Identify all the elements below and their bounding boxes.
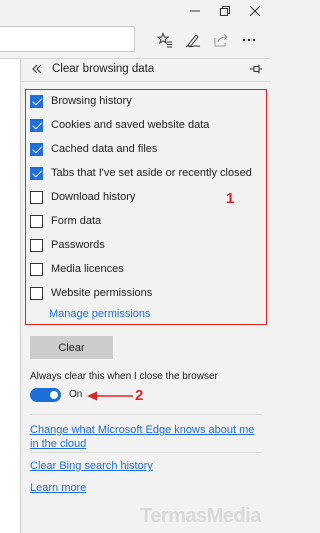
back-double-chevron-icon[interactable]: [30, 62, 44, 76]
checkbox-icon[interactable]: [30, 118, 43, 132]
close-icon[interactable]: [240, 0, 270, 22]
favorites-star-icon[interactable]: [154, 29, 176, 51]
checkbox-form-data[interactable]: Form data: [30, 212, 101, 230]
manage-permissions-link[interactable]: Manage permissions: [49, 308, 151, 320]
annotation-number-2: 2: [135, 387, 144, 404]
checkbox-icon[interactable]: [30, 262, 43, 276]
title-bar: [0, 0, 270, 22]
clear-bing-history-link[interactable]: Clear Bing search history: [30, 459, 153, 473]
web-page-area[interactable]: [0, 59, 20, 533]
annotation-number-1: 1: [226, 190, 235, 207]
watermark: TermasMedia: [140, 505, 261, 527]
more-ellipsis-icon[interactable]: [238, 29, 260, 51]
restore-icon[interactable]: [210, 0, 240, 22]
checkbox-browsing-history[interactable]: Browsing history: [30, 92, 132, 110]
checkbox-label: Tabs that I've set aside or recently clo…: [51, 167, 252, 179]
checkbox-label: Form data: [51, 215, 102, 227]
checkbox-icon[interactable]: [30, 190, 43, 204]
checkbox-label: Media licences: [51, 263, 124, 275]
checkbox-label: Download history: [51, 191, 136, 203]
checkbox-icon[interactable]: [30, 94, 43, 108]
checkbox-icon[interactable]: [30, 142, 43, 156]
checkbox-icon[interactable]: [30, 286, 43, 300]
clear-button[interactable]: Clear: [30, 336, 113, 359]
header-divider: [21, 81, 271, 82]
checkbox-label: Website permissions: [51, 287, 153, 299]
checkbox-download-history[interactable]: Download history: [30, 188, 135, 206]
checkbox-label: Cached data and files: [51, 143, 158, 155]
checkbox-media-licences[interactable]: Media licences: [30, 260, 124, 278]
section-divider: [30, 452, 262, 453]
checkbox-label: Passwords: [51, 239, 105, 251]
pin-icon[interactable]: [249, 62, 263, 76]
checkbox-label: Cookies and saved website data: [51, 119, 210, 131]
share-icon[interactable]: [210, 29, 232, 51]
learn-more-link[interactable]: Learn more: [30, 481, 86, 495]
always-clear-toggle[interactable]: [30, 388, 61, 402]
clear-browsing-data-panel: Clear browsing data Browsing history Coo…: [20, 59, 271, 533]
checkbox-icon[interactable]: [30, 214, 43, 228]
section-divider: [30, 414, 262, 415]
address-bar[interactable]: [0, 26, 135, 52]
panel-header: Clear browsing data: [21, 59, 271, 81]
panel-title: Clear browsing data: [52, 63, 155, 75]
checkbox-tabs-set-aside[interactable]: Tabs that I've set aside or recently clo…: [30, 164, 252, 182]
checkbox-icon[interactable]: [30, 238, 43, 252]
checkbox-label: Browsing history: [51, 95, 132, 107]
toggle-knob: [50, 391, 58, 399]
checkbox-icon[interactable]: [30, 166, 43, 180]
checkbox-website-permissions[interactable]: Website permissions: [30, 284, 152, 302]
checkbox-cached-data[interactable]: Cached data and files: [30, 140, 157, 158]
toggle-state-label: On: [69, 389, 83, 400]
checkbox-cookies[interactable]: Cookies and saved website data: [30, 116, 209, 134]
minimize-icon[interactable]: [180, 0, 210, 22]
web-note-pen-icon[interactable]: [182, 29, 204, 51]
browser-toolbar: [0, 22, 270, 58]
annotation-arrow: [87, 391, 133, 401]
always-clear-label: Always clear this when I close the brows…: [30, 371, 218, 382]
microsoft-edge-cloud-link[interactable]: Change what Microsoft Edge knows about m…: [30, 423, 262, 451]
checkbox-passwords[interactable]: Passwords: [30, 236, 105, 254]
